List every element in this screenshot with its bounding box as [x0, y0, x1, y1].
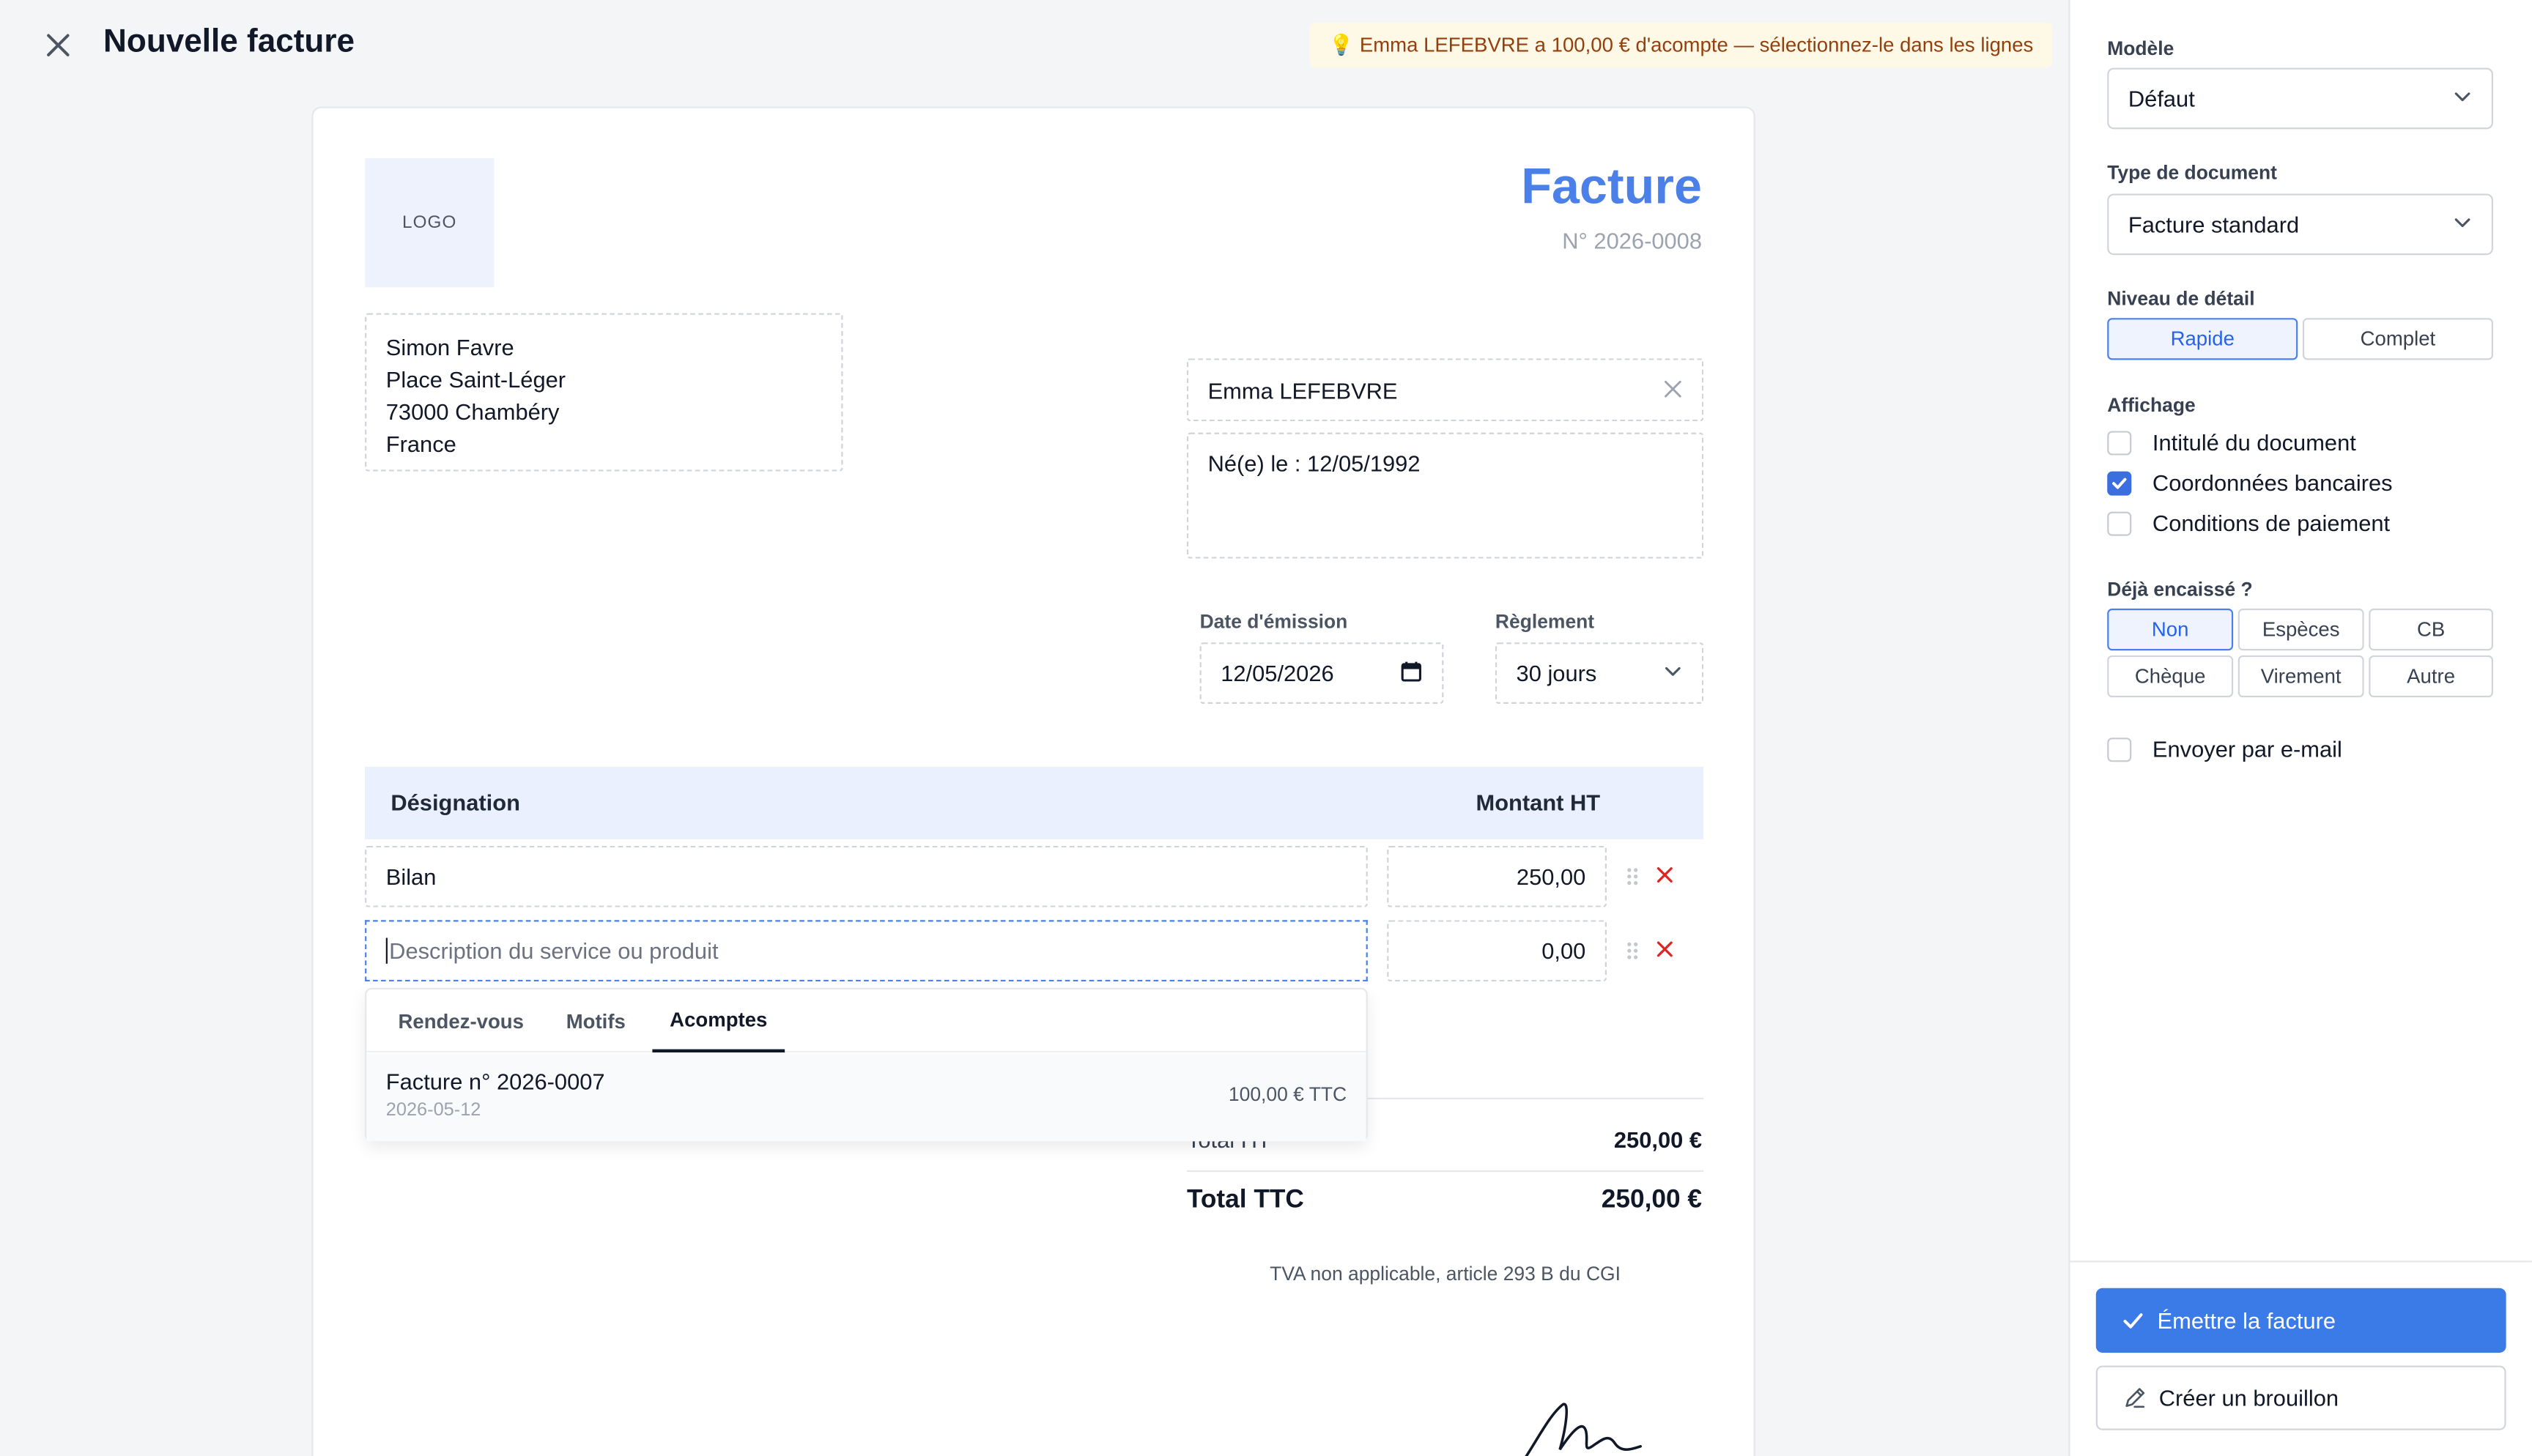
delete-line-icon[interactable] [1654, 863, 1676, 886]
deja-encaisse-label: Déjà encaissé ? [2107, 578, 2253, 601]
modele-select[interactable]: Défaut [2107, 67, 2493, 130]
create-draft-label: Créer un brouillon [2158, 1385, 2339, 1411]
totals-divider [1186, 1170, 1704, 1173]
affichage-option-coordonnees-bancaires[interactable]: Coordonnées bancaires [2107, 469, 2393, 496]
envoyer-email-option[interactable]: Envoyer par e-mail [2107, 736, 2342, 762]
niveau-complet-button[interactable]: Complet [2302, 318, 2493, 360]
issuer-address[interactable]: Simon Favre Place Saint-Léger 73000 Cham… [365, 313, 843, 472]
montant-column-header: Montant HT [1476, 789, 1601, 816]
designation-placeholder: Description du service ou produit [389, 937, 719, 964]
checkbox-label: Coordonnées bancaires [2152, 469, 2393, 496]
issuer-name: Simon Favre [385, 334, 514, 360]
dropdown-tabs: Rendez-vous Motifs Acomptes [366, 989, 1366, 1053]
text-caret [385, 937, 388, 964]
checkbox-checked[interactable] [2107, 470, 2132, 495]
tab-motifs[interactable]: Motifs [551, 989, 641, 1052]
reglement-label: Règlement [1495, 610, 1595, 633]
tva-note: TVA non applicable, article 293 B du CGI [1270, 1262, 1621, 1285]
affichage-label: Affichage [2107, 393, 2196, 417]
type-document-label: Type de document [2107, 161, 2277, 185]
issuer-street: Place Saint-Léger [385, 366, 566, 393]
emit-invoice-label: Émettre la facture [2157, 1307, 2336, 1334]
signature-image [1525, 1403, 1643, 1456]
issuer-country: France [385, 431, 456, 457]
delete-line-icon[interactable] [1654, 938, 1676, 961]
line-suggestion-dropdown: Rendez-vous Motifs Acomptes Facture n° 2… [365, 987, 1368, 1142]
calendar-icon[interactable] [1400, 659, 1423, 686]
niveau-rapide-button[interactable]: Rapide [2107, 318, 2298, 360]
checkbox-label: Envoyer par e-mail [2152, 736, 2342, 762]
total-ttc-value: 250,00 € [1601, 1186, 1703, 1214]
type-document-select[interactable]: Facture standard [2107, 193, 2493, 256]
checkbox-label: Intitulé du document [2152, 429, 2356, 456]
total-ht-value: 250,00 € [1613, 1126, 1703, 1153]
affichage-option-conditions-paiement[interactable]: Conditions de paiement [2107, 510, 2391, 536]
encaisse-especes-button[interactable]: Espèces [2237, 608, 2364, 651]
encaisse-autre-button[interactable]: Autre [2369, 655, 2493, 698]
line-amount-input[interactable]: 250,00 [1387, 845, 1607, 907]
close-icon[interactable] [39, 26, 78, 64]
line-designation-input[interactable]: Bilan [365, 845, 1368, 907]
check-icon [2122, 1309, 2144, 1331]
affichage-option-intitule[interactable]: Intitulé du document [2107, 429, 2356, 456]
document-title: Facture [1521, 157, 1703, 215]
checkbox-label: Conditions de paiement [2152, 510, 2391, 536]
deposit-invoice-date: 2026-05-12 [385, 1101, 481, 1121]
document-number: N° 2026-0008 [1562, 227, 1703, 254]
date-label: Date d'émission [1199, 610, 1348, 633]
page-title: Nouvelle facture [103, 24, 355, 60]
drag-handle-icon[interactable] [1623, 940, 1642, 962]
modele-value: Défaut [2128, 85, 2195, 112]
logo-placeholder[interactable]: LOGO [365, 157, 495, 288]
client-name: Emma LEFEBVRE [1207, 376, 1398, 403]
type-document-value: Facture standard [2128, 211, 2300, 237]
deposit-invoice-amount: 100,00 € TTC [1228, 1082, 1347, 1106]
sidebar-divider [2068, 1260, 2532, 1263]
encaisse-cb-button[interactable]: CB [2369, 608, 2493, 651]
date-value: 12/05/2026 [1221, 660, 1334, 686]
client-details-field[interactable]: Né(e) le : 12/05/1992 [1186, 432, 1704, 559]
line-amount-input[interactable]: 0,00 [1387, 920, 1607, 982]
deposit-invoice-title: Facture n° 2026-0007 [385, 1069, 605, 1095]
deposit-suggestion-item[interactable]: Facture n° 2026-0007 2026-05-12 100,00 €… [366, 1054, 1366, 1142]
encaisse-non-button[interactable]: Non [2107, 608, 2234, 651]
date-input[interactable]: 12/05/2026 [1199, 642, 1444, 704]
designation-column-header: Désignation [390, 789, 520, 816]
reglement-value: 30 jours [1516, 660, 1597, 686]
lines-table-header: Désignation Montant HT [365, 766, 1704, 840]
drag-handle-icon[interactable] [1623, 865, 1642, 888]
clear-client-icon[interactable] [1663, 377, 1682, 403]
niveau-detail-label: Niveau de détail [2107, 287, 2255, 311]
tab-acomptes[interactable]: Acomptes [652, 989, 785, 1053]
checkbox[interactable] [2107, 430, 2132, 455]
checkbox[interactable] [2107, 737, 2132, 762]
modele-label: Modèle [2107, 37, 2174, 60]
client-field[interactable]: Emma LEFEBVRE [1186, 358, 1704, 422]
total-ttc-label: Total TTC [1186, 1186, 1304, 1214]
deposit-hint-banner: 💡 Emma LEFEBVRE a 100,00 € d'acompte — s… [1309, 22, 2053, 68]
checkbox[interactable] [2107, 510, 2132, 535]
check-icon [2112, 477, 2127, 489]
emit-invoice-button[interactable]: Émettre la facture [2095, 1288, 2506, 1353]
chevron-down-icon [2453, 86, 2472, 111]
line-designation-input-focused[interactable]: Description du service ou produit [365, 920, 1368, 982]
encaisse-virement-button[interactable]: Virement [2237, 655, 2364, 698]
issuer-city: 73000 Chambéry [385, 398, 560, 425]
encaisse-cheque-button[interactable]: Chèque [2107, 655, 2234, 698]
pencil-icon [2123, 1386, 2146, 1409]
chevron-down-icon [2453, 212, 2472, 237]
chevron-down-icon [1663, 660, 1682, 686]
tab-rendez-vous[interactable]: Rendez-vous [386, 989, 536, 1052]
create-draft-button[interactable]: Créer un brouillon [2095, 1365, 2506, 1430]
reglement-select[interactable]: 30 jours [1495, 642, 1704, 704]
